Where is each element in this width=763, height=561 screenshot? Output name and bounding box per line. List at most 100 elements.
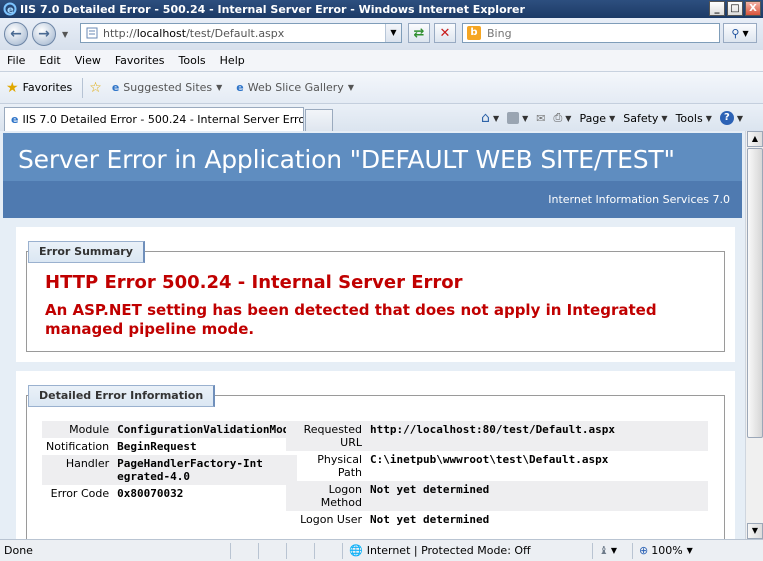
tab-current[interactable]: e IIS 7.0 Detailed Error - 500.24 - Inte… — [4, 107, 304, 131]
favorites-label: Favorites — [22, 81, 73, 94]
home-dropdown-icon[interactable]: ▼ — [493, 114, 499, 123]
detail-key: Notification — [46, 440, 110, 453]
add-to-favorites-bar-button[interactable]: ☆ — [89, 80, 106, 96]
address-bar[interactable]: http://localhost/test/Default.aspx ▼ — [80, 23, 402, 43]
favorites-star-icon: ★ — [6, 79, 19, 96]
page-title: Server Error in Application "DEFAULT WEB… — [18, 145, 675, 174]
table-row: Logon Method Not yet determined — [286, 481, 708, 511]
detail-value: 0x80070032 — [117, 487, 184, 500]
globe-icon: 🌐 — [349, 544, 363, 557]
window-title: IIS 7.0 Detailed Error - 500.24 - Intern… — [20, 2, 525, 16]
favorites-bar: ★ Favorites ☆ e Suggested Sites ▼ e Web … — [0, 72, 763, 104]
new-tab-button[interactable] — [305, 109, 333, 131]
tools-menu[interactable]: Tools ▼ — [676, 112, 712, 125]
detail-key: Handler — [65, 457, 110, 470]
table-row: Physical Path C:\inetpub\wwwroot\test\De… — [286, 451, 708, 481]
refresh-button[interactable]: ⇄ — [408, 23, 430, 43]
detail-value: PageHandlerFactory-Integrated-4.0 — [117, 457, 263, 483]
menu-file[interactable]: File — [0, 54, 32, 67]
safety-dropdown-icon: ▼ — [661, 113, 668, 123]
security-zone[interactable]: 🌐 Internet | Protected Mode: Off — [342, 542, 592, 559]
search-box[interactable]: b — [462, 23, 720, 43]
zoom-control[interactable]: ⊕ 100% ▼ — [632, 542, 693, 559]
error-summary-panel: Error Summary HTTP Error 500.24 - Intern… — [16, 227, 735, 362]
server-details-table: Requested URL http://localhost:80/test/D… — [286, 421, 708, 528]
table-row: Notification BeginRequest — [42, 438, 297, 455]
suggested-sites-label: Suggested Sites — [123, 81, 213, 94]
tools-dropdown-icon: ▼ — [705, 113, 712, 123]
suggested-sites-link[interactable]: e Suggested Sites ▼ — [112, 81, 222, 94]
zoom-level: 100% — [651, 544, 683, 557]
vertical-scrollbar[interactable]: ▲ ▼ — [745, 131, 763, 539]
table-row: Error Code 0x80070032 — [42, 485, 297, 502]
mail-icon: ✉ — [536, 111, 546, 125]
search-button[interactable]: ⚲ ▼ — [723, 23, 757, 43]
tab-label: IIS 7.0 Detailed Error - 500.24 - Intern… — [22, 113, 304, 126]
web-slice-gallery-link[interactable]: e Web Slice Gallery ▼ — [236, 81, 354, 94]
status-slot — [230, 542, 258, 559]
favorites-button[interactable]: ★ Favorites — [6, 80, 72, 96]
help-icon: ? — [719, 111, 734, 125]
safety-menu[interactable]: Safety ▼ — [623, 112, 667, 125]
close-button[interactable]: X — [745, 1, 761, 16]
menu-view[interactable]: View — [68, 54, 108, 67]
suggested-sites-dropdown-icon[interactable]: ▼ — [216, 83, 222, 92]
menu-edit[interactable]: Edit — [32, 54, 67, 67]
table-row: Requested URL http://localhost:80/test/D… — [286, 421, 708, 451]
search-icon: ⚲ — [731, 26, 740, 40]
bing-icon: b — [467, 26, 481, 40]
detail-value: Not yet determined — [370, 513, 490, 526]
forward-button[interactable]: → — [32, 22, 56, 46]
forward-arrow-icon: → — [38, 26, 50, 42]
table-row: Logon User Not yet determined — [286, 511, 708, 528]
table-row: Handler PageHandlerFactory-Integrated-4.… — [42, 455, 298, 485]
detail-value: C:\inetpub\wwwroot\test\Default.aspx — [370, 453, 609, 466]
recent-pages-dropdown-icon[interactable]: ▼ — [62, 30, 68, 39]
page-dropdown-icon: ▼ — [609, 113, 616, 123]
detail-value: Not yet determined — [370, 483, 490, 496]
menu-tools[interactable]: Tools — [172, 54, 213, 67]
web-slice-dropdown-icon[interactable]: ▼ — [348, 83, 354, 92]
read-mail-button[interactable]: ✉ — [536, 112, 545, 125]
shield-icon: ♝ — [599, 544, 609, 557]
detail-key: Module — [69, 423, 110, 436]
search-input[interactable] — [485, 25, 685, 41]
error-description: An ASP.NET setting has been detected tha… — [45, 301, 657, 338]
status-bar: Done 🌐 Internet | Protected Mode: Off ♝ ▼… — [0, 539, 763, 561]
back-button[interactable]: ← — [4, 22, 28, 46]
search-options-dropdown-icon[interactable]: ▼ — [742, 29, 748, 38]
tab-row: e IIS 7.0 Detailed Error - 500.24 - Inte… — [0, 104, 763, 131]
home-button[interactable]: ⌂ ▼ — [481, 110, 499, 126]
detail-key: Physical Path — [317, 453, 362, 479]
help-button[interactable]: ? ▼ — [719, 111, 743, 125]
page-menu[interactable]: Page ▼ — [579, 112, 615, 125]
detailed-error-panel: Detailed Error Information Module Config… — [16, 371, 735, 539]
request-details-table: Module ConfigurationValidationModule Not… — [42, 421, 298, 502]
print-button[interactable]: ⎙ ▼ — [553, 111, 571, 125]
address-dropdown-icon[interactable]: ▼ — [385, 24, 401, 42]
add-favorite-icon: ☆ — [89, 79, 102, 96]
feeds-dropdown-icon[interactable]: ▼ — [522, 114, 528, 123]
print-dropdown-icon[interactable]: ▼ — [565, 114, 571, 123]
page-menu-label: Page — [579, 111, 607, 125]
help-dropdown-icon[interactable]: ▼ — [737, 114, 743, 123]
stop-button[interactable]: ✕ — [434, 23, 456, 43]
error-title: HTTP Error 500.24 - Internal Server Erro… — [45, 272, 463, 293]
error-summary-legend: Error Summary — [28, 241, 145, 263]
protected-mode-button[interactable]: ♝ ▼ — [592, 542, 632, 559]
protected-mode-dropdown-icon: ▼ — [610, 546, 618, 555]
maximize-button[interactable]: □ — [727, 1, 743, 16]
scroll-up-icon: ▲ — [751, 134, 759, 143]
page-header: Server Error in Application "DEFAULT WEB… — [3, 133, 742, 218]
feeds-button[interactable]: ▼ — [507, 112, 528, 124]
menu-favorites[interactable]: Favorites — [108, 54, 172, 67]
ie-page-icon: e — [11, 113, 19, 126]
menu-help[interactable]: Help — [213, 54, 252, 67]
scroll-thumb[interactable] — [747, 148, 763, 438]
scroll-down-button[interactable]: ▼ — [747, 523, 763, 539]
back-arrow-icon: ← — [10, 26, 22, 42]
refresh-icon: ⇄ — [413, 25, 425, 41]
stop-icon: ✕ — [439, 25, 451, 41]
scroll-up-button[interactable]: ▲ — [747, 131, 763, 147]
minimize-button[interactable]: _ — [709, 1, 725, 16]
